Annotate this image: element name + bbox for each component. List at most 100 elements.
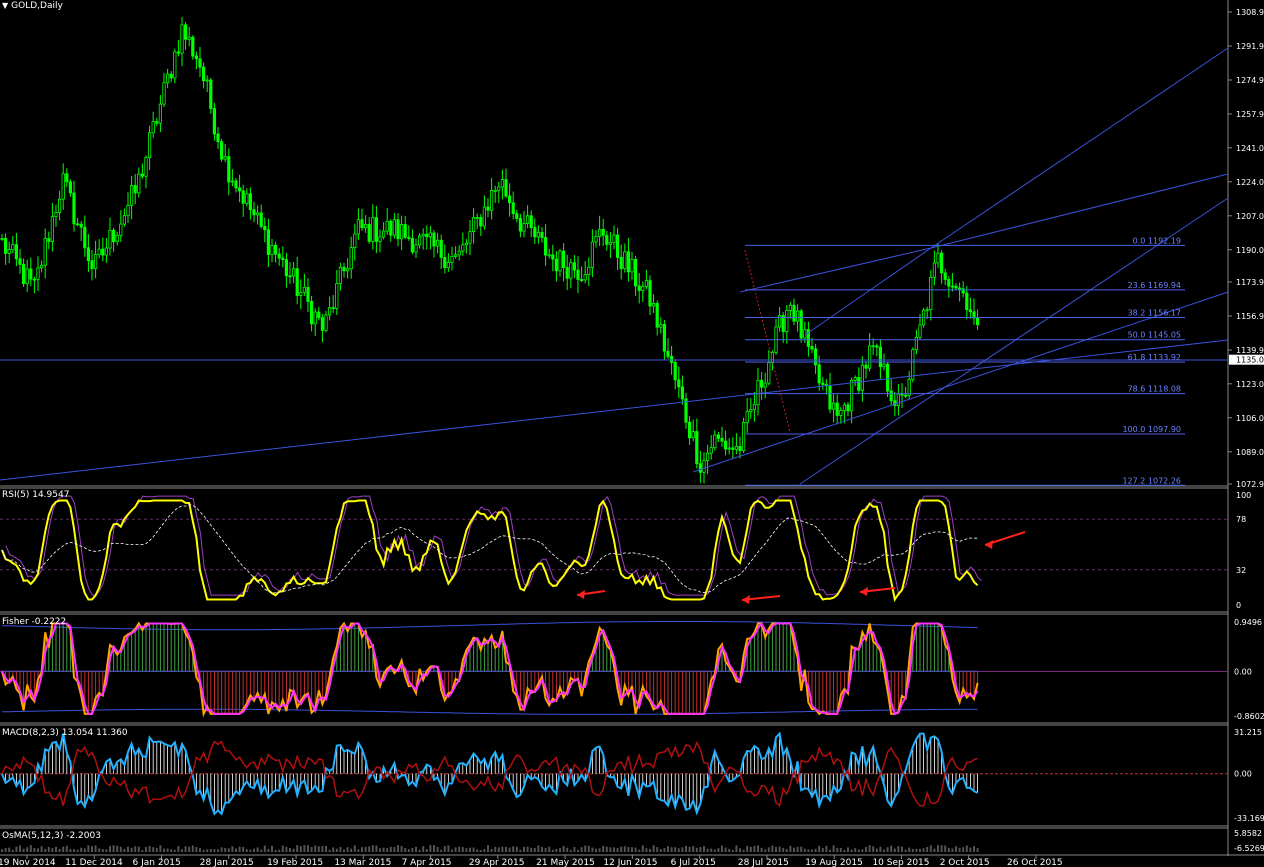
candle-body [61, 173, 65, 200]
osma-bar [490, 849, 493, 852]
candle-body [756, 379, 760, 406]
candle-body [562, 250, 566, 268]
osma-bar [163, 848, 165, 852]
candle-body [137, 173, 141, 194]
candle-body [792, 304, 796, 322]
osma-bar [764, 849, 767, 852]
candle-body [317, 311, 321, 318]
candle-body [443, 257, 447, 269]
osma-bar [832, 845, 835, 852]
candle-body [119, 223, 123, 236]
candle-body [155, 121, 159, 124]
candle-body [554, 258, 559, 272]
osma-bar [541, 846, 543, 852]
candle-body [65, 173, 69, 183]
candle-body [122, 215, 126, 225]
osma-bar [523, 846, 525, 852]
triangle-down-icon[interactable]: ▼ [2, 1, 8, 10]
osma-bar [616, 847, 619, 852]
candle-body [518, 218, 523, 232]
osma-bar [181, 849, 183, 852]
candle-body [86, 247, 90, 262]
candle-body [147, 132, 152, 159]
osma-bar [706, 848, 709, 852]
candle-body [68, 181, 72, 194]
osma-bar [800, 846, 803, 852]
price-tick-label: 1106.00 [1236, 414, 1264, 423]
chart-title-text: GOLD,Daily [11, 1, 63, 11]
osma-bar [505, 846, 507, 852]
osma-bar [591, 847, 594, 852]
candle-body [187, 36, 191, 40]
candle-body [381, 230, 386, 238]
candle-body [770, 352, 775, 364]
candle-body [569, 262, 573, 279]
osma-bar [656, 847, 659, 852]
price-tick-label: 1224.00 [1236, 178, 1264, 187]
candle-body [601, 228, 605, 236]
candle-body [828, 385, 832, 410]
osma-bar [875, 848, 878, 852]
osma-bar [771, 845, 774, 852]
candle-body [479, 216, 483, 227]
osma-bar [969, 847, 972, 852]
osma-bar [299, 846, 302, 852]
osma-bar [73, 849, 75, 852]
osma-bar [868, 845, 871, 852]
candle-body [54, 211, 58, 218]
candle-body [590, 241, 595, 268]
date-tick-label: 2 Oct 2015 [940, 858, 990, 867]
osma-bar [724, 847, 727, 852]
candle-body [338, 266, 343, 284]
price-tick-label: 1308.90 [1236, 8, 1264, 17]
osma-bar [645, 848, 648, 852]
osma-bar [623, 846, 626, 852]
osma-bar [98, 848, 101, 852]
osma-bar [105, 849, 108, 852]
osma-bar [976, 848, 979, 852]
osma-bar [40, 846, 43, 852]
chart-title[interactable]: ▼ GOLD,Daily [2, 1, 63, 11]
osma-bar [15, 846, 18, 852]
osma-bar [814, 848, 817, 852]
candle-body [727, 447, 731, 450]
candle-body [522, 223, 526, 232]
candle-body [706, 452, 710, 461]
candle-body [652, 303, 656, 307]
candle-body [227, 156, 231, 183]
osma-bar [454, 847, 457, 852]
osma-bar [821, 848, 824, 852]
candle-body [201, 66, 206, 82]
osma-bar [577, 849, 579, 852]
osma-bar [278, 849, 281, 852]
osma-bar [335, 848, 338, 852]
candle-body [954, 285, 958, 289]
osma-bar [695, 847, 698, 852]
osma-bar [487, 845, 489, 852]
candle-body [752, 404, 757, 411]
osma-bar [721, 845, 723, 852]
candle-body [644, 280, 649, 287]
fib-level-label: 38.2 1156.17 [1128, 308, 1181, 317]
osma-bar [116, 845, 119, 852]
candle-body [4, 237, 8, 254]
osma-bar [494, 846, 497, 852]
osma-bar [703, 846, 705, 852]
osma-bar [753, 845, 756, 852]
date-tick-label: 13 Mar 2015 [334, 858, 391, 867]
osma-bar [742, 849, 745, 852]
osma-bar [451, 849, 453, 852]
osma-bar [245, 849, 248, 852]
candle-body [857, 377, 861, 391]
price-tick-label: 1173.90 [1236, 278, 1264, 287]
candle-body [43, 238, 47, 266]
rsi-title: RSI(5) 14.9547 [2, 490, 70, 500]
osma-bar [476, 849, 479, 852]
candle-body [817, 364, 821, 384]
candle-body [932, 262, 937, 278]
candle-body [450, 256, 454, 263]
osma-bar [879, 846, 882, 852]
osma-bar [393, 847, 396, 852]
candle-body [886, 363, 890, 392]
candle-body [821, 382, 825, 385]
